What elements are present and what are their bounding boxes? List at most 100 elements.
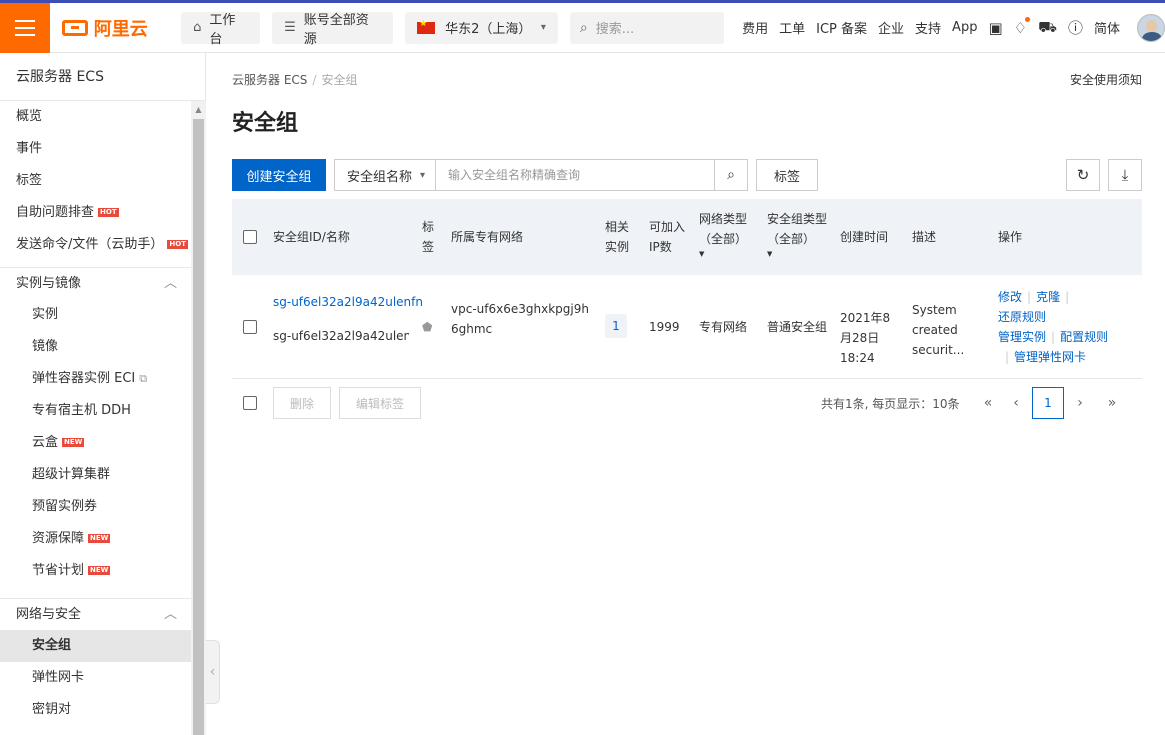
aliyun-logo[interactable]: 阿里云 bbox=[61, 15, 161, 41]
restore-rules-link[interactable]: 还原规则 bbox=[998, 310, 1046, 324]
sidebar-item-keypair[interactable]: 密钥对 bbox=[0, 694, 191, 726]
tag-icon[interactable]: ⬟ bbox=[422, 317, 432, 337]
next-page-button[interactable]: › bbox=[1064, 387, 1096, 419]
sidebar-item-label: 安全组 bbox=[32, 638, 72, 653]
prev-page-button[interactable]: ‹ bbox=[1000, 387, 1032, 419]
search-button[interactable]: ⌕ bbox=[714, 159, 748, 191]
sidebar-item-security-group[interactable]: 安全组 bbox=[0, 630, 191, 662]
sidebar-item-events[interactable]: 事件 bbox=[0, 133, 191, 165]
page-number-button[interactable]: 1 bbox=[1032, 387, 1064, 419]
breadcrumb-root[interactable]: 云服务器 ECS bbox=[232, 73, 307, 87]
sidebar-collapse-handle[interactable]: ‹ bbox=[206, 640, 220, 704]
workbench-button[interactable]: ⌂ 工作台 bbox=[181, 11, 261, 47]
double-chevron-left-icon: « bbox=[983, 395, 993, 411]
scroll-up-arrow-icon[interactable]: ▲ bbox=[191, 105, 206, 115]
breadcrumb: 云服务器 ECS / 安全组 bbox=[232, 71, 357, 88]
external-link-icon: ⧉ bbox=[139, 372, 148, 385]
hot-badge: HOT bbox=[98, 208, 119, 217]
workbench-label: 工作台 bbox=[209, 12, 236, 47]
link-icp[interactable]: ICP 备案 bbox=[816, 18, 867, 37]
help-icon[interactable]: ⓘ bbox=[1068, 17, 1083, 38]
sidebar-item-label: 密钥对 bbox=[32, 702, 72, 717]
manage-eni-link[interactable]: 管理弹性网卡 bbox=[1014, 350, 1086, 364]
sidebar-item-images[interactable]: 镜像 bbox=[0, 331, 191, 363]
search-input[interactable] bbox=[435, 159, 715, 191]
cart-icon[interactable]: ⛟ bbox=[1038, 18, 1057, 38]
avatar[interactable] bbox=[1137, 13, 1165, 42]
sidebar-top-items: 概览 事件 标签 自助问题排查 HOT 发送命令/文件（云助手） HOT bbox=[0, 101, 205, 261]
clone-link[interactable]: 克隆 bbox=[1036, 290, 1060, 304]
configure-rules-link[interactable]: 配置规则 bbox=[1060, 330, 1108, 344]
menu-icon[interactable] bbox=[0, 2, 50, 53]
vpc-id: vpc-uf6x6e3ghxkpgj9h6ghmc bbox=[451, 302, 589, 336]
sidebar-group-network[interactable]: 网络与安全 ︿ bbox=[0, 598, 191, 630]
sidebar-item-overview[interactable]: 概览 bbox=[0, 101, 191, 133]
sidebar-item-eci[interactable]: 弹性容器实例 ECI ⧉ bbox=[0, 363, 191, 395]
edit-tags-button[interactable]: 编辑标签 bbox=[339, 387, 421, 419]
sidebar-item-ddh[interactable]: 专有宿主机 DDH bbox=[0, 395, 191, 427]
sidebar-item-label: 超级计算集群 bbox=[32, 467, 111, 482]
breadcrumb-current: 安全组 bbox=[321, 73, 358, 87]
sidebar-item-savings-plan[interactable]: 节省计划 NEW bbox=[0, 555, 191, 587]
global-search-input[interactable]: ⌕ 搜索... bbox=[569, 11, 725, 44]
sidebar-item-eni[interactable]: 弹性网卡 bbox=[0, 662, 191, 694]
security-group-id-link[interactable]: sg-uf6el32a2l9a42ulenfn bbox=[273, 292, 423, 312]
sidebar-item-resource-guarantee[interactable]: 资源保障 NEW bbox=[0, 523, 191, 555]
link-billing[interactable]: 费用 bbox=[742, 18, 768, 37]
sidebar-item-label: 云盒 bbox=[32, 435, 59, 450]
related-instance-count[interactable]: 1 bbox=[605, 314, 627, 338]
header-sg-type[interactable]: 安全组类型（全部） ▼ bbox=[767, 209, 833, 259]
ip-count: 1999 bbox=[649, 320, 680, 334]
sidebar-item-cloudbox[interactable]: 云盒 NEW bbox=[0, 427, 191, 459]
create-security-group-button[interactable]: 创建安全组 bbox=[232, 159, 326, 191]
double-chevron-right-icon: » bbox=[1107, 395, 1117, 411]
manage-instances-link[interactable]: 管理实例 bbox=[998, 330, 1046, 344]
link-enterprise[interactable]: 企业 bbox=[878, 18, 904, 37]
search-icon: ⌕ bbox=[727, 167, 735, 183]
terminal-icon[interactable]: ▣ bbox=[988, 19, 1002, 37]
sidebar-item-reserved[interactable]: 预留实例券 bbox=[0, 491, 191, 523]
sidebar-item-cloud-assistant[interactable]: 发送命令/文件（云助手） HOT bbox=[0, 229, 191, 261]
row-checkbox[interactable] bbox=[243, 320, 257, 334]
select-all-checkbox[interactable] bbox=[243, 230, 257, 244]
link-ticket[interactable]: 工单 bbox=[779, 18, 805, 37]
safety-guide-link[interactable]: 安全使用须知 bbox=[1070, 71, 1142, 88]
page-title: 安全组 bbox=[232, 111, 299, 136]
new-badge: NEW bbox=[88, 534, 111, 543]
modify-link[interactable]: 修改 bbox=[998, 290, 1022, 304]
sidebar-item-scc[interactable]: 超级计算集群 bbox=[0, 459, 191, 491]
scrollbar-thumb[interactable] bbox=[193, 119, 204, 735]
region-dropdown[interactable]: 华东2（上海） ▾ bbox=[405, 11, 558, 44]
sidebar-scrollbar[interactable]: ▲ bbox=[191, 101, 206, 735]
delete-button[interactable]: 删除 bbox=[273, 387, 331, 419]
tag-filter-button[interactable]: 标签 bbox=[756, 159, 818, 191]
sidebar-item-troubleshoot[interactable]: 自助问题排查 HOT bbox=[0, 197, 191, 229]
bell-icon[interactable]: ♢ bbox=[1014, 16, 1031, 37]
table-footer: 删除 编辑标签 共有1条, 每页显示：10条 « ‹ 1 › » bbox=[232, 387, 1142, 437]
link-app[interactable]: App bbox=[952, 20, 977, 35]
logo-mark-icon bbox=[61, 19, 88, 36]
filter-caret-icon: ▼ bbox=[767, 250, 773, 258]
brand-name: 阿里云 bbox=[93, 18, 148, 40]
sidebar-group-instances[interactable]: 实例与镜像 ︿ bbox=[0, 267, 191, 299]
sidebar-item-label: 预留实例券 bbox=[32, 499, 98, 514]
link-support[interactable]: 支持 bbox=[915, 18, 941, 37]
network-type: 专有网络 bbox=[699, 320, 748, 334]
last-page-button[interactable]: » bbox=[1096, 387, 1128, 419]
header-network-type[interactable]: 网络类型（全部） ▼ bbox=[699, 209, 759, 259]
language-switch[interactable]: 简体 bbox=[1094, 18, 1120, 37]
export-button[interactable]: ⤓ bbox=[1108, 159, 1142, 191]
footer-select-all-checkbox[interactable] bbox=[243, 396, 257, 410]
header-created: 创建时间 bbox=[840, 230, 889, 244]
toolbar: 创建安全组 安全组名称 ▾ ⌕ 标签 ↻ ⤓ bbox=[232, 159, 1142, 191]
refresh-button[interactable]: ↻ bbox=[1066, 159, 1100, 191]
search-icon: ⌕ bbox=[579, 19, 588, 36]
sidebar-item-label: 节省计划 bbox=[32, 563, 85, 578]
resources-dropdown[interactable]: ☰ 账号全部资源 bbox=[272, 11, 394, 47]
search-field-select[interactable]: 安全组名称 ▾ bbox=[334, 159, 436, 191]
sidebar-item-instances[interactable]: 实例 bbox=[0, 299, 191, 331]
sidebar-item-tags[interactable]: 标签 bbox=[0, 165, 191, 197]
chevron-left-icon: ‹ bbox=[1013, 395, 1019, 411]
sidebar-item-label: 发送命令/文件（云助手） bbox=[16, 237, 164, 252]
new-badge: NEW bbox=[62, 438, 85, 447]
